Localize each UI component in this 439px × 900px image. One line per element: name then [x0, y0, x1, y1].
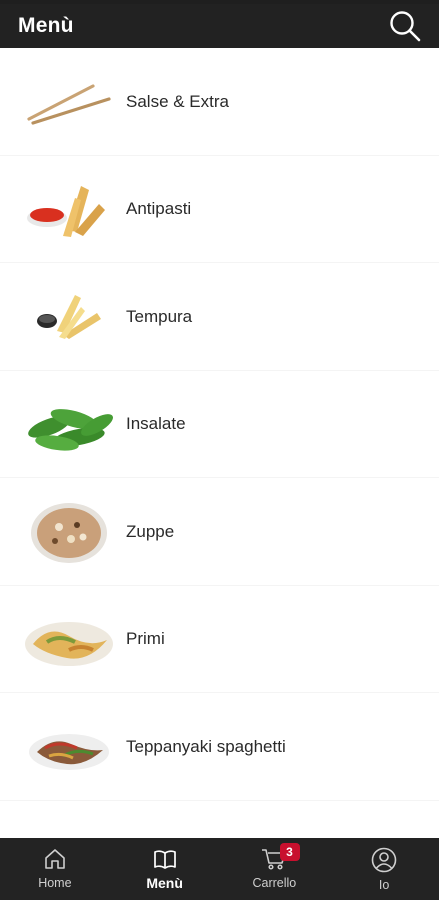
page-title: Menù [18, 14, 74, 37]
tab-cart-label: Carrello [252, 876, 297, 890]
bottom-nav: Home Menù 3 Carrello Io [0, 838, 439, 900]
tab-me-label: Io [378, 878, 390, 892]
category-label: Tempura [126, 306, 193, 326]
category-label: Primi [126, 629, 165, 649]
chopsticks-icon [14, 62, 124, 142]
tab-menu[interactable]: Menù [110, 838, 220, 900]
category-label: Teppanyaki spaghetti [126, 736, 286, 756]
book-icon [153, 850, 176, 869]
tab-me[interactable]: Io [329, 838, 439, 900]
cart-count-badge: 3 [279, 843, 300, 861]
fried-shrimp-icon [14, 169, 124, 249]
home-icon [45, 849, 65, 869]
category-label: Zuppe [126, 521, 175, 541]
category-row-zuppe[interactable]: Zuppe [0, 478, 439, 586]
category-label: Antipasti [126, 199, 192, 219]
tab-menu-label: Menù [146, 875, 183, 891]
category-row-salse-extra[interactable]: Salse & Extra [0, 48, 439, 156]
category-row-antipasti[interactable]: Antipasti [0, 156, 439, 264]
user-icon [371, 847, 397, 873]
fried-noodles-icon [14, 599, 124, 679]
category-label: Insalate [126, 414, 186, 434]
edamame-icon [14, 384, 124, 464]
app-header: Menù [0, 4, 439, 48]
soup-bowl-icon [14, 492, 124, 572]
search-button[interactable] [385, 6, 425, 46]
search-icon [390, 11, 421, 42]
category-row-tempura[interactable]: Tempura [0, 263, 439, 371]
category-row-insalate[interactable]: Insalate [0, 371, 439, 479]
tab-home-label: Home [38, 876, 72, 890]
category-row-primi[interactable]: Primi [0, 586, 439, 694]
category-row-teppanyaki-spaghetti[interactable]: Teppanyaki spaghetti [0, 693, 439, 801]
teppanyaki-noodles-icon [14, 707, 124, 787]
category-list: Salse & Extra Antipasti Tempura Insalate… [0, 48, 439, 838]
tab-home[interactable]: Home [0, 838, 110, 900]
tempura-icon [14, 277, 124, 357]
tab-cart[interactable]: 3 Carrello [220, 838, 330, 900]
category-label: Salse & Extra [126, 91, 229, 111]
